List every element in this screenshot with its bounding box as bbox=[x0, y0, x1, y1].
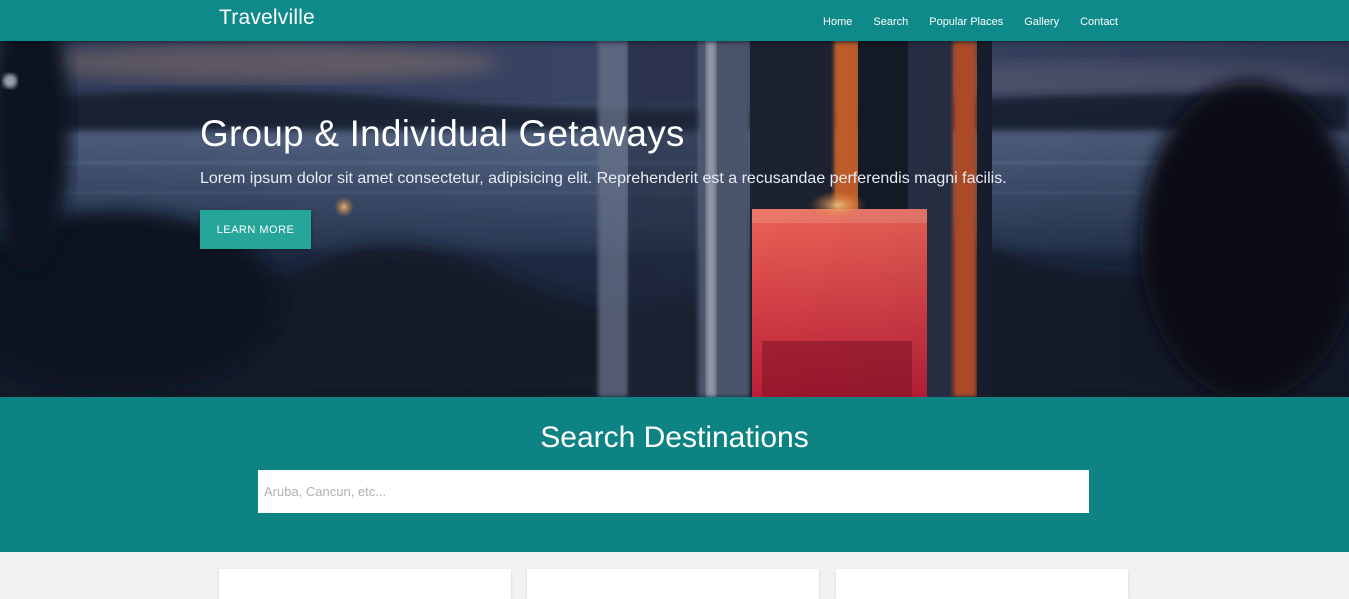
learn-more-button[interactable]: LEARN MORE bbox=[200, 210, 311, 249]
hero-section: Group & Individual Getaways Lorem ipsum … bbox=[0, 41, 1349, 397]
nav-link-home[interactable]: Home bbox=[823, 16, 852, 28]
hero-title: Group & Individual Getaways bbox=[200, 113, 685, 154]
search-section: Search Destinations bbox=[0, 397, 1349, 552]
nav-links: Home Search Popular Places Gallery Conta… bbox=[802, 0, 1118, 41]
destination-card[interactable] bbox=[219, 569, 511, 599]
brand-logo[interactable]: Travelville bbox=[219, 6, 315, 30]
search-title: Search Destinations bbox=[540, 421, 809, 454]
destination-card[interactable] bbox=[836, 569, 1128, 599]
nav-item-search: Search bbox=[873, 12, 908, 30]
nav-item-popular-places: Popular Places bbox=[929, 12, 1003, 30]
nav-item-gallery: Gallery bbox=[1024, 12, 1059, 30]
destination-card[interactable] bbox=[527, 569, 819, 599]
nav-link-search[interactable]: Search bbox=[873, 16, 908, 28]
nav-item-home: Home bbox=[823, 12, 852, 30]
destination-search-input[interactable] bbox=[258, 470, 1089, 513]
nav-link-contact[interactable]: Contact bbox=[1080, 16, 1118, 28]
nav-link-popular-places[interactable]: Popular Places bbox=[929, 16, 1003, 28]
navbar: Travelville Home Search Popular Places G… bbox=[0, 0, 1349, 41]
nav-link-gallery[interactable]: Gallery bbox=[1024, 16, 1059, 28]
hero-description: Lorem ipsum dolor sit amet consectetur, … bbox=[200, 170, 1007, 187]
nav-item-contact: Contact bbox=[1080, 12, 1118, 30]
